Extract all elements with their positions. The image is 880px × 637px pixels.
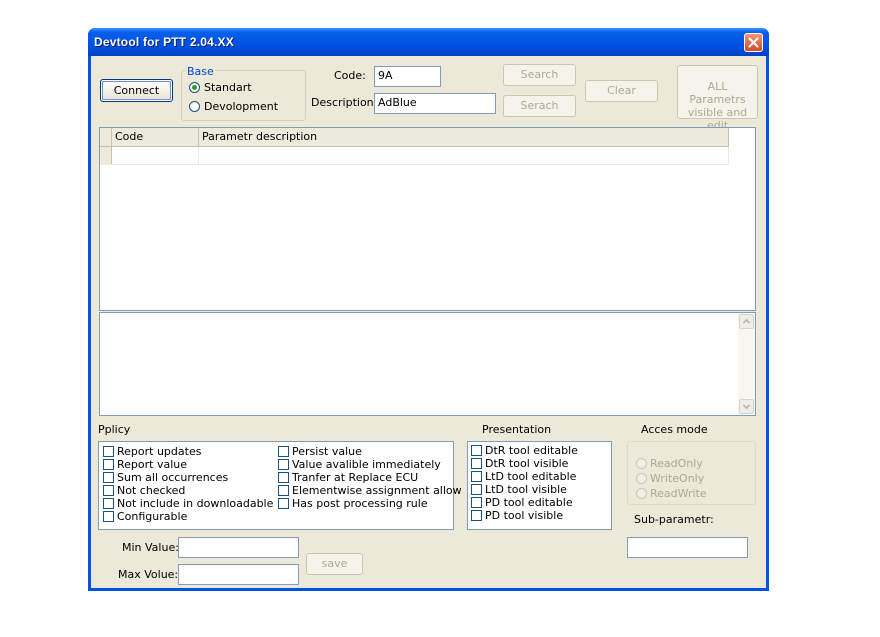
chk-not-checked-label[interactable]: Not checked (117, 484, 185, 497)
serach-button[interactable]: Serach (503, 95, 576, 117)
chk-report-updates[interactable] (103, 446, 114, 457)
chk-pd-tool-editable[interactable] (471, 497, 482, 508)
radio-readwrite[interactable] (636, 488, 647, 499)
code-label: Code: (334, 69, 366, 82)
radio-devolopment[interactable] (189, 101, 200, 112)
radio-standart-label[interactable]: Standart (204, 81, 252, 94)
all-parametrs-label-line1: ALL Parametrs (689, 80, 746, 106)
chevron-down-icon (742, 404, 751, 410)
chk-report-value-label[interactable]: Report value (117, 458, 187, 471)
radio-devolopment-label[interactable]: Devolopment (204, 100, 278, 113)
chk-pd-tool-editable-label[interactable]: PD tool editable (485, 496, 573, 509)
radio-readwrite-label[interactable]: ReadWrite (650, 487, 707, 500)
chk-tranfer-replace-ecu[interactable] (278, 472, 289, 483)
parameters-grid[interactable]: Code Parametr description (99, 127, 756, 311)
sub-parametr-input[interactable] (627, 537, 748, 558)
chk-pd-tool-visible[interactable] (471, 510, 482, 521)
column-header-description[interactable]: Parametr description (199, 128, 729, 146)
details-memo[interactable] (99, 312, 756, 416)
row-cell-description[interactable] (199, 147, 729, 164)
chevron-up-icon (742, 318, 751, 324)
chk-post-processing-rule-label[interactable]: Has post processing rule (292, 497, 428, 510)
radio-readonly-label[interactable]: ReadOnly (650, 457, 703, 470)
chk-ltd-tool-visible-label[interactable]: LtD tool visible (485, 483, 567, 496)
row-cell-code[interactable] (112, 147, 199, 164)
search-button[interactable]: Search (503, 64, 576, 86)
sub-parametr-label: Sub-parametr: (634, 513, 714, 526)
clear-button[interactable]: Clear (585, 80, 658, 102)
chk-not-checked[interactable] (103, 485, 114, 496)
chk-post-processing-rule[interactable] (278, 498, 289, 509)
chk-value-avalible-immediately[interactable] (278, 459, 289, 470)
save-button[interactable]: save (306, 553, 363, 575)
all-parametrs-button[interactable]: ALL Parametrs visible and edit (677, 65, 758, 132)
chk-sum-all-occurrences[interactable] (103, 472, 114, 483)
chk-ltd-tool-editable[interactable] (471, 471, 482, 482)
column-header-code[interactable]: Code (112, 128, 199, 146)
description-input[interactable]: AdBlue (374, 93, 496, 114)
chk-value-avalible-immediately-label[interactable]: Value avalible immediately (292, 458, 441, 471)
chk-not-include-downloadable-label[interactable]: Not include in downloadable (117, 497, 273, 510)
chk-pd-tool-visible-label[interactable]: PD tool visible (485, 509, 563, 522)
min-value-input[interactable] (178, 537, 299, 558)
grid-header: Code Parametr description (100, 128, 729, 147)
row-indicator (100, 147, 112, 164)
chk-sum-all-occurrences-label[interactable]: Sum all occurrences (117, 471, 228, 484)
radio-standart[interactable] (189, 82, 200, 93)
chk-configurable[interactable] (103, 511, 114, 522)
chk-dtr-tool-visible[interactable] (471, 458, 482, 469)
chk-tranfer-replace-ecu-label[interactable]: Tranfer at Replace ECU (292, 471, 418, 484)
access-mode-label: Acces mode (641, 423, 708, 436)
min-value-label: Min Value: (122, 541, 179, 554)
chk-not-include-downloadable[interactable] (103, 498, 114, 509)
max-value-label: Max Volue: (118, 568, 179, 581)
scroll-down-button[interactable] (739, 399, 754, 414)
chk-report-value[interactable] (103, 459, 114, 470)
radio-writeonly-label[interactable]: WriteOnly (650, 472, 704, 485)
chk-persist-value-label[interactable]: Persist value (292, 445, 362, 458)
radio-readonly[interactable] (636, 458, 647, 469)
grid-indicator-header (100, 128, 112, 146)
close-button[interactable] (744, 33, 763, 52)
connect-button[interactable]: Connect (100, 79, 173, 102)
chk-elementwise-assignment-label[interactable]: Elementwise assignment allow (292, 484, 462, 497)
table-row[interactable] (100, 147, 729, 165)
close-icon (748, 37, 759, 48)
code-input[interactable]: 9A (374, 66, 441, 87)
radio-writeonly[interactable] (636, 473, 647, 484)
chk-ltd-tool-visible[interactable] (471, 484, 482, 495)
presentation-label: Presentation (482, 423, 552, 436)
chk-ltd-tool-editable-label[interactable]: LtD tool editable (485, 470, 576, 483)
window-title: Devtool for PTT 2.04.XX (94, 35, 234, 49)
chk-dtr-tool-visible-label[interactable]: DtR tool visible (485, 457, 568, 470)
chk-persist-value[interactable] (278, 446, 289, 457)
max-value-input[interactable] (178, 564, 299, 585)
title-bar[interactable]: Devtool for PTT 2.04.XX (88, 28, 769, 56)
policy-label: Pplicy (98, 423, 131, 436)
memo-vertical-scrollbar[interactable] (738, 313, 755, 415)
scroll-up-button[interactable] (739, 314, 754, 329)
chk-report-updates-label[interactable]: Report updates (117, 445, 201, 458)
chk-elementwise-assignment[interactable] (278, 485, 289, 496)
chk-dtr-tool-editable[interactable] (471, 445, 482, 456)
base-group-label: Base (186, 65, 215, 78)
description-label: Description: (311, 96, 378, 109)
chk-configurable-label[interactable]: Configurable (117, 510, 187, 523)
chk-dtr-tool-editable-label[interactable]: DtR tool editable (485, 444, 578, 457)
